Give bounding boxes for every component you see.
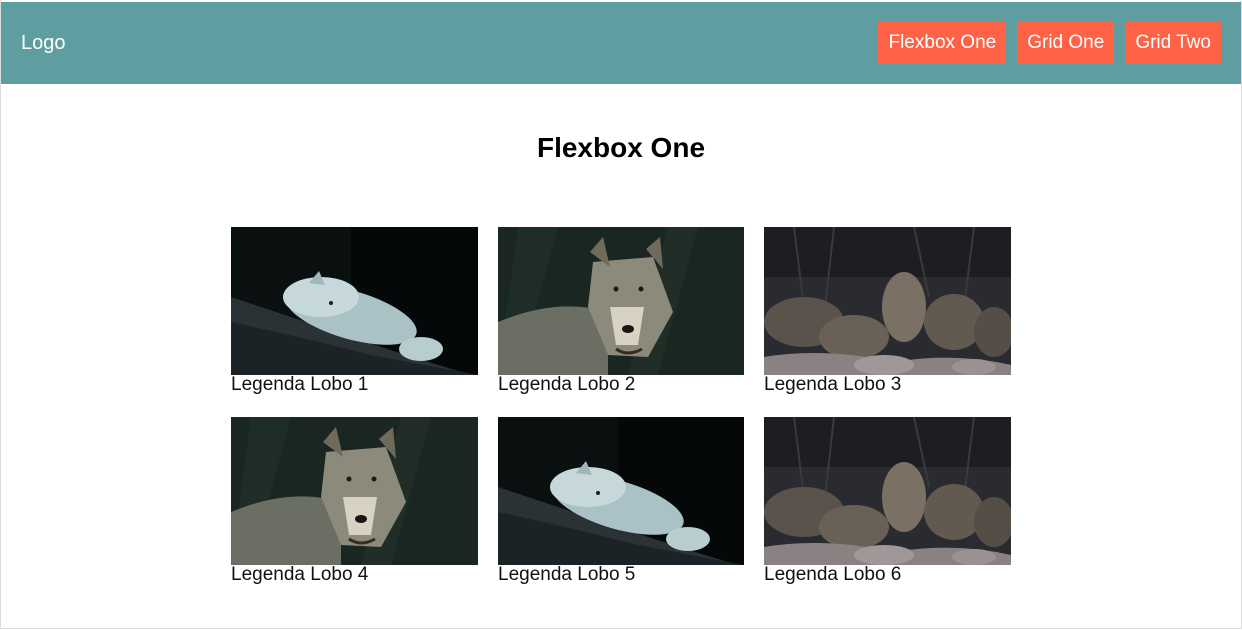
gallery-figure-2: Legenda Lobo 2 xyxy=(498,227,744,395)
gallery-figure-5: Legenda Lobo 5 xyxy=(498,417,744,585)
nav-button-flexbox-one[interactable]: Flexbox One xyxy=(878,22,1007,64)
wolf-gallery: Legenda Lobo 1 Legenda Lobo 2 Legenda Lo… xyxy=(231,227,1011,585)
wolf-photo-4 xyxy=(231,417,478,565)
figure-caption-2: Legenda Lobo 2 xyxy=(498,374,636,395)
figure-caption-5: Legenda Lobo 5 xyxy=(498,564,636,585)
nav-button-grid-one[interactable]: Grid One xyxy=(1017,22,1115,64)
nav-button-grid-two[interactable]: Grid Two xyxy=(1125,22,1221,64)
gallery-figure-6: Legenda Lobo 6 xyxy=(764,417,1011,585)
wolf-photo-6 xyxy=(764,417,1011,565)
main-nav: Flexbox One Grid One Grid Two xyxy=(878,22,1221,64)
wolf-photo-1 xyxy=(231,227,478,375)
gallery-figure-4: Legenda Lobo 4 xyxy=(231,417,478,585)
figure-caption-6: Legenda Lobo 6 xyxy=(764,564,902,585)
figure-caption-1: Legenda Lobo 1 xyxy=(231,374,369,395)
gallery-figure-3: Legenda Lobo 3 xyxy=(764,227,1011,395)
page-title: Flexbox One xyxy=(536,132,706,163)
wolf-photo-5 xyxy=(498,417,744,565)
figure-caption-4: Legenda Lobo 4 xyxy=(231,564,369,585)
wolf-photo-2 xyxy=(498,227,744,375)
logo[interactable]: Logo xyxy=(21,32,66,55)
site-header: Logo Flexbox One Grid One Grid Two xyxy=(1,2,1241,84)
gallery-figure-1: Legenda Lobo 1 xyxy=(231,227,478,395)
figure-caption-3: Legenda Lobo 3 xyxy=(764,374,902,395)
wolf-photo-3 xyxy=(764,227,1011,375)
